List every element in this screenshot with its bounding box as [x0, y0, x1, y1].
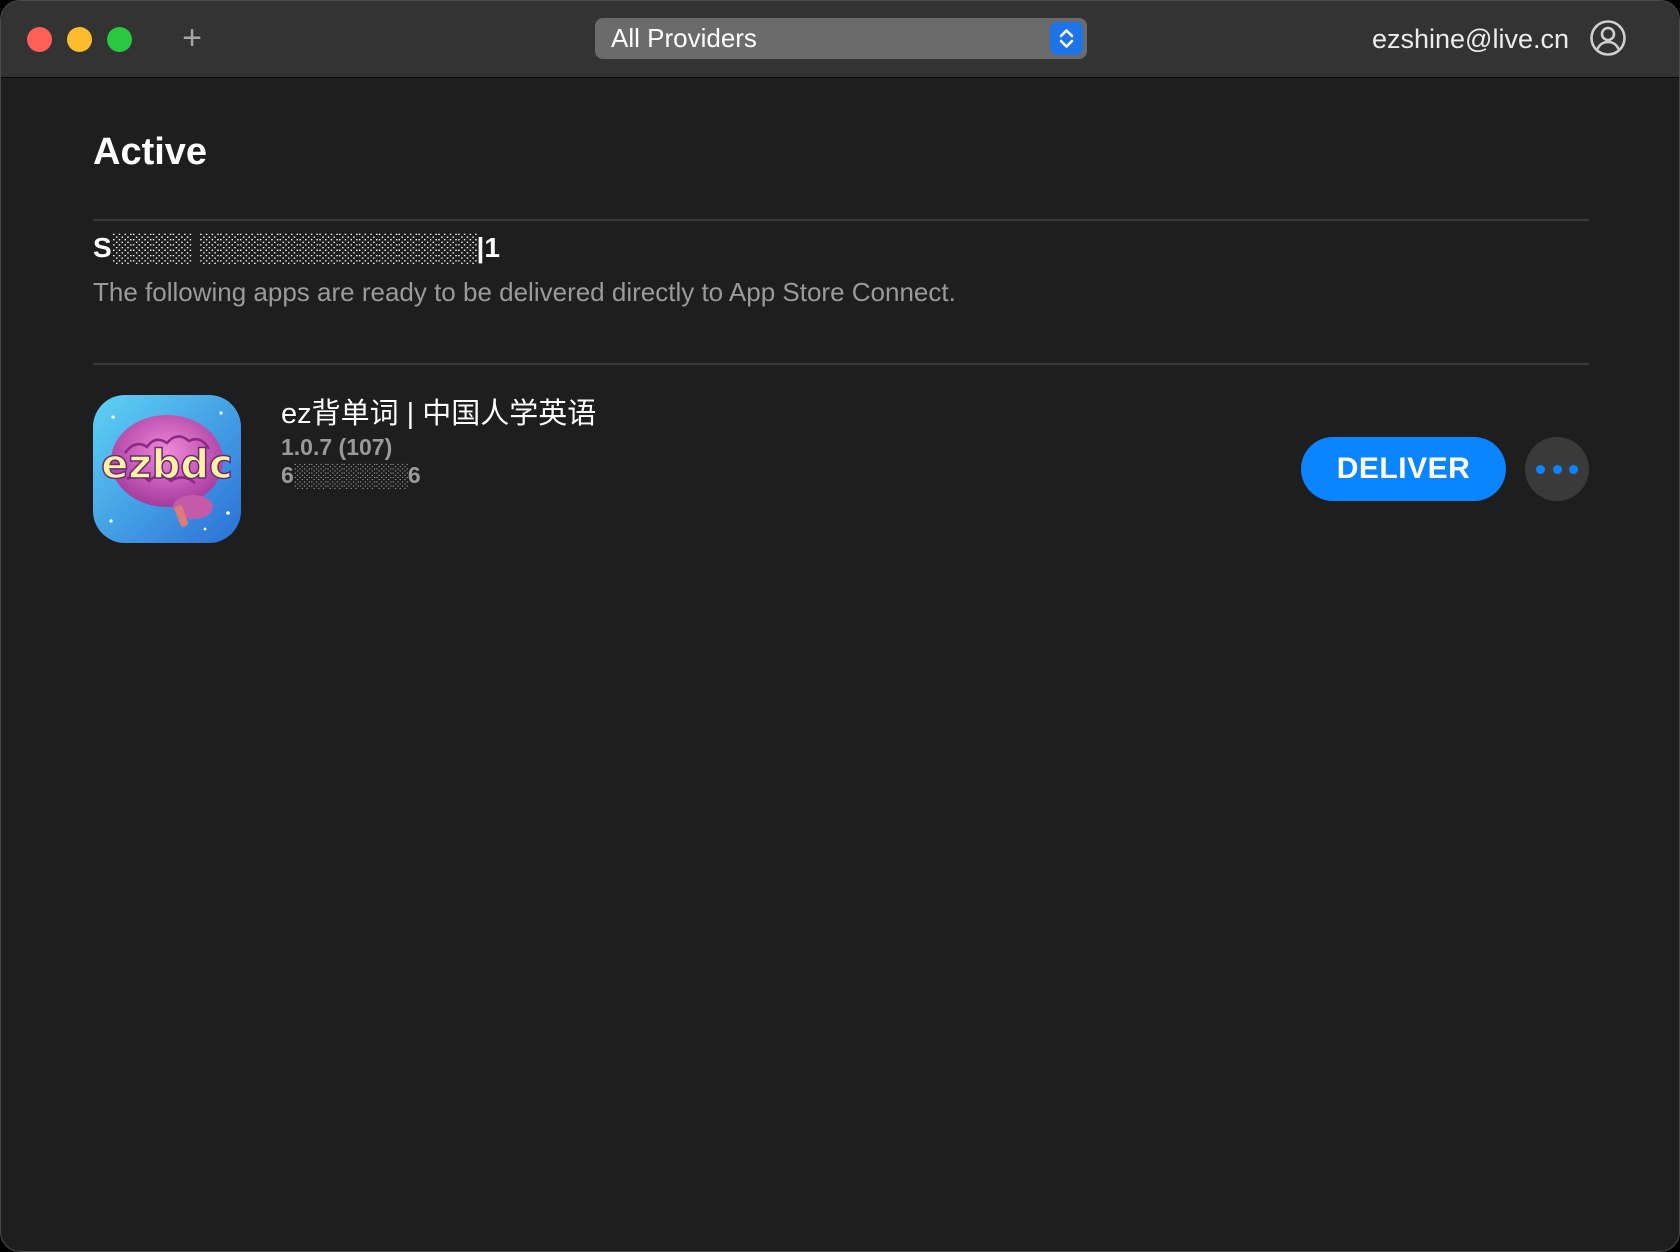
- provider-select-value: All Providers: [611, 23, 757, 53]
- close-window-button[interactable]: [27, 27, 52, 52]
- app-name: ez背单词 | 中国人学英语: [281, 398, 597, 430]
- provider-select[interactable]: All Providers: [595, 18, 1087, 59]
- app-icon: ezbdc: [93, 395, 241, 543]
- divider: [93, 219, 1589, 221]
- divider: [93, 363, 1589, 365]
- add-button[interactable]: +: [177, 21, 207, 55]
- more-options-button[interactable]: [1525, 437, 1589, 501]
- app-version: 1.0.7 (107): [281, 434, 393, 460]
- chevron-up-down-icon: [1050, 22, 1083, 55]
- provider-description: The following apps are ready to be deliv…: [93, 277, 956, 307]
- app-apple-id: 6░░░░░░░6: [281, 462, 421, 488]
- account-icon[interactable]: [1589, 19, 1627, 57]
- section-title: Active: [93, 131, 208, 173]
- account-email[interactable]: ezshine@live.cn: [1372, 21, 1569, 57]
- app-icon-text: ezbdc: [101, 442, 232, 488]
- provider-name: S░░░░ ░░░░░░░░░░░░░░|1: [93, 232, 500, 263]
- deliver-button[interactable]: DELIVER: [1301, 437, 1506, 501]
- title-bar: + All Providers ezshine@live.cn: [1, 1, 1679, 78]
- zoom-window-button[interactable]: [107, 27, 132, 52]
- plus-icon: +: [182, 19, 202, 57]
- minimize-window-button[interactable]: [67, 27, 92, 52]
- app-window: + All Providers ezshine@live.cn Active S…: [0, 0, 1680, 1252]
